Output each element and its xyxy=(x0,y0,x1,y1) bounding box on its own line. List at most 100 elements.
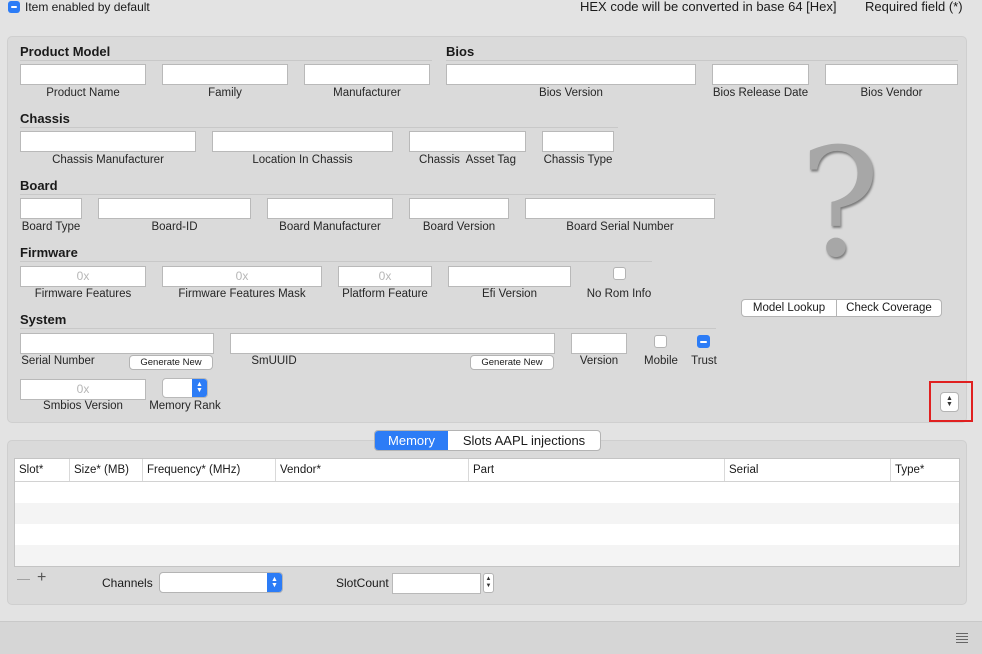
chassis-asset-tag-field[interactable] xyxy=(409,131,526,152)
board-manufacturer-field[interactable] xyxy=(267,198,393,219)
board-title: Board xyxy=(20,178,58,193)
firmware-features-mask-label: Firmware Features Mask xyxy=(178,288,306,300)
smuuid-label: SmUUID xyxy=(251,355,297,367)
memory-rank-popup[interactable]: ▲ ▼ xyxy=(162,378,208,398)
serial-number-field[interactable] xyxy=(20,333,214,354)
firmware-features-label: Firmware Features xyxy=(34,288,132,300)
remove-row-button[interactable]: — xyxy=(17,571,30,586)
model-lookup-button[interactable]: Model Lookup xyxy=(742,300,837,316)
tab-bar: Memory Slots AAPL injections xyxy=(374,430,601,451)
no-rom-info-checkbox[interactable] xyxy=(613,267,626,280)
bios-release-date-field[interactable] xyxy=(712,64,809,85)
board-id-label: Board-ID xyxy=(151,221,198,233)
smbios-version-field[interactable]: 0x xyxy=(20,379,146,400)
channels-popup[interactable]: ▲ ▼ xyxy=(159,572,283,593)
bios-version-field[interactable] xyxy=(446,64,696,85)
column-header-frequency[interactable]: Frequency* (MHz) xyxy=(143,459,276,481)
bios-release-date-label: Bios Release Date xyxy=(712,87,809,99)
chassis-manufacturer-field[interactable] xyxy=(20,131,196,152)
generate-serial-button[interactable]: Generate New xyxy=(129,355,213,370)
divider xyxy=(446,60,958,61)
generate-uuid-button[interactable]: Generate New xyxy=(470,355,554,370)
hex-note: HEX code will be converted in base 64 [H… xyxy=(580,0,837,14)
column-header-serial[interactable]: Serial xyxy=(725,459,891,481)
bios-vendor-label: Bios Vendor xyxy=(860,87,923,99)
enabled-default-checkbox[interactable] xyxy=(8,1,20,13)
board-version-label: Board Version xyxy=(422,221,496,233)
system-title: System xyxy=(20,312,67,327)
lookup-button-group: Model Lookup Check Coverage xyxy=(741,299,942,317)
version-field[interactable] xyxy=(571,333,627,354)
board-serial-label: Board Serial Number xyxy=(566,221,674,233)
table-header: Slot* Size* (MB) Frequency* (MHz) Vendor… xyxy=(15,459,959,482)
manufacturer-label: Manufacturer xyxy=(333,87,401,99)
platform-feature-field[interactable]: 0x xyxy=(338,266,432,287)
column-header-part[interactable]: Part xyxy=(469,459,725,481)
board-id-field[interactable] xyxy=(98,198,251,219)
chassis-manufacturer-label: Chassis Manufacturer xyxy=(52,154,164,166)
tab-slots-aapl-injections[interactable]: Slots AAPL injections xyxy=(448,431,600,450)
trust-label: Trust xyxy=(691,355,717,367)
divider xyxy=(20,194,716,195)
no-rom-info-label: No Rom Info xyxy=(586,288,652,300)
efi-version-label: Efi Version xyxy=(482,288,537,300)
board-type-label: Board Type xyxy=(21,221,81,233)
chevron-up-down-icon: ▲ ▼ xyxy=(267,573,282,592)
memory-table[interactable]: Slot* Size* (MB) Frequency* (MHz) Vendor… xyxy=(14,458,960,567)
serial-number-label: Serial Number xyxy=(21,355,95,367)
product-model-title: Product Model xyxy=(20,44,111,59)
unknown-model-icon: ? xyxy=(799,117,881,291)
mobile-checkbox[interactable] xyxy=(654,335,667,348)
manufacturer-field[interactable] xyxy=(304,64,430,85)
board-version-field[interactable] xyxy=(409,198,509,219)
family-label: Family xyxy=(208,87,242,99)
efi-version-field[interactable] xyxy=(448,266,571,287)
mobile-label: Mobile xyxy=(644,355,678,367)
enabled-default-label: Item enabled by default xyxy=(25,0,150,14)
divider xyxy=(20,127,618,128)
divider xyxy=(20,328,716,329)
table-row xyxy=(15,503,959,524)
bios-vendor-field[interactable] xyxy=(825,64,958,85)
board-manufacturer-label: Board Manufacturer xyxy=(279,221,381,233)
family-field[interactable] xyxy=(162,64,288,85)
slotcount-field[interactable] xyxy=(392,573,481,594)
check-coverage-button[interactable]: Check Coverage xyxy=(837,300,941,316)
bios-title: Bios xyxy=(446,44,475,59)
board-type-field[interactable] xyxy=(20,198,82,219)
slotcount-stepper[interactable]: ▲ ▼ xyxy=(483,573,494,593)
required-note: Required field (*) xyxy=(865,0,963,14)
divider xyxy=(20,60,432,61)
location-in-chassis-field[interactable] xyxy=(212,131,393,152)
list-icon[interactable] xyxy=(956,633,968,643)
product-name-field[interactable] xyxy=(20,64,146,85)
trust-checkbox[interactable] xyxy=(697,335,710,348)
column-header-size[interactable]: Size* (MB) xyxy=(70,459,143,481)
smbios-version-label: Smbios Version xyxy=(43,400,123,412)
add-row-button[interactable]: + xyxy=(37,569,46,587)
column-header-vendor[interactable]: Vendor* xyxy=(276,459,469,481)
table-row xyxy=(15,482,959,503)
product-name-label: Product Name xyxy=(46,87,120,99)
column-header-type[interactable]: Type* xyxy=(891,459,959,481)
slotcount-label: SlotCount xyxy=(336,576,389,590)
bios-version-label: Bios Version xyxy=(539,87,603,99)
chevron-up-down-icon: ▲ ▼ xyxy=(485,576,492,589)
divider xyxy=(20,261,652,262)
firmware-features-field[interactable]: 0x xyxy=(20,266,146,287)
chassis-asset-tag-label: Chassis Asset Tag xyxy=(419,154,516,166)
smuuid-field[interactable] xyxy=(230,333,555,354)
column-header-slot[interactable]: Slot* xyxy=(15,459,70,481)
firmware-features-mask-field[interactable]: 0x xyxy=(162,266,322,287)
memory-rank-label: Memory Rank xyxy=(149,400,221,412)
chevron-up-down-icon: ▲ ▼ xyxy=(946,395,953,408)
bottom-bar xyxy=(0,621,982,654)
chassis-title: Chassis xyxy=(20,111,70,126)
platform-feature-label: Platform Feature xyxy=(342,288,428,300)
tab-memory[interactable]: Memory xyxy=(375,431,448,450)
location-in-chassis-label: Location In Chassis xyxy=(252,154,353,166)
board-serial-field[interactable] xyxy=(525,198,715,219)
chassis-type-field[interactable] xyxy=(542,131,614,152)
firmware-title: Firmware xyxy=(20,245,78,260)
panel-stepper-button[interactable]: ▲ ▼ xyxy=(940,392,959,412)
